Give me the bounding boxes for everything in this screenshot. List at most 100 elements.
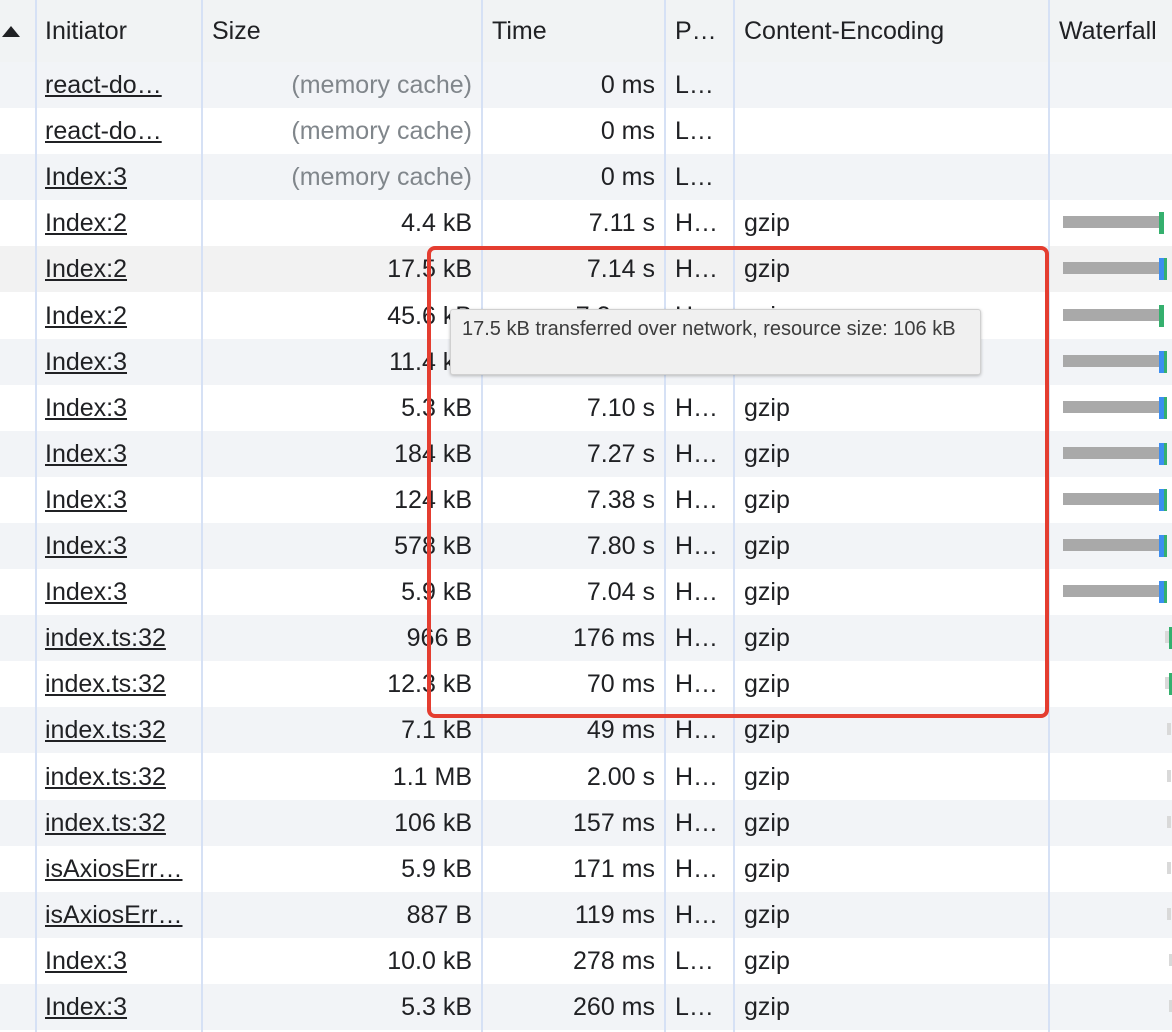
initiator-link[interactable]: index.ts:32 [36,754,202,800]
content-encoding-cell: gzip [744,486,790,514]
protocol-cell: H… [675,532,719,560]
table-row[interactable]: Index:3 5.9 kB 7.04 s H… gzip [0,569,1172,615]
protocol-cell: H… [675,670,719,698]
initiator-link[interactable]: Index:3 [36,431,202,477]
initiator-link[interactable]: Index:3 [36,477,202,523]
size-cell: (memory cache) [291,163,472,191]
table-row[interactable]: index.ts:32 966 B 176 ms H… gzip [0,615,1172,661]
column-divider[interactable] [664,0,666,1032]
protocol-cell: H… [675,716,719,744]
column-header-protocol[interactable]: P… [665,0,734,62]
content-encoding-cell: gzip [744,624,790,652]
column-divider[interactable] [201,0,203,1032]
table-row[interactable]: Index:3 124 kB 7.38 s H… gzip [0,477,1172,523]
table-row[interactable]: isAxiosErr… 5.9 kB 171 ms H… gzip [0,846,1172,892]
table-row[interactable]: Index:2 4.4 kB 7.11 s H… gzip [0,200,1172,246]
column-divider[interactable] [733,0,735,1032]
size-cell: 5.3 kB [401,394,472,422]
column-divider[interactable] [35,0,37,1032]
initiator-link[interactable]: Index:3 [36,339,202,385]
sort-ascending-icon[interactable] [0,0,36,62]
table-row[interactable]: index.ts:32 7.1 kB 49 ms H… gzip [0,707,1172,753]
waterfall-cell [1049,846,1172,892]
waterfall-cell [1049,108,1172,154]
column-divider[interactable] [481,0,483,1032]
waterfall-cell [1049,892,1172,938]
waterfall-cell [1049,62,1172,108]
initiator-link[interactable]: Index:2 [36,246,202,292]
table-row[interactable]: Index:2 17.5 kB 7.14 s H… gzip [0,246,1172,292]
waterfall-bar [1063,262,1159,274]
column-header-initiator[interactable]: Initiator [36,0,202,62]
table-header: Initiator Size Time P… Content-Encoding … [0,0,1172,64]
table-row[interactable]: react-do… (memory cache) 0 ms L… [0,108,1172,154]
content-encoding-cell [734,108,1048,154]
initiator-link[interactable]: react-do… [36,62,202,108]
waterfall-cell [1049,615,1172,661]
waterfall-cell [1049,707,1172,753]
protocol-cell: H… [675,855,719,883]
initiator-link[interactable]: Index:3 [36,523,202,569]
waterfall-timing-mark [1164,397,1167,419]
initiator-link[interactable]: Index:3 [36,938,202,984]
protocol-cell: H… [675,809,719,837]
table-row[interactable]: Index:3 (memory cache) 0 ms L… [0,154,1172,200]
initiator-link[interactable]: index.ts:32 [36,615,202,661]
size-cell: 4.4 kB [401,209,472,237]
waterfall-cell [1049,569,1172,615]
column-header-waterfall[interactable]: Waterfall [1049,0,1172,62]
table-row[interactable]: isAxiosErr… 887 B 119 ms H… gzip [0,892,1172,938]
content-encoding-cell: gzip [744,394,790,422]
initiator-link[interactable]: Index:3 [36,569,202,615]
column-header-size[interactable]: Size [202,0,482,62]
time-cell: 171 ms [573,855,655,883]
initiator-link[interactable]: react-do… [36,108,202,154]
table-row[interactable]: index.ts:32 12.3 kB 70 ms H… gzip [0,661,1172,707]
time-cell: 0 ms [600,117,655,145]
size-cell: 5.9 kB [401,578,472,606]
waterfall-cell [1049,984,1172,1030]
waterfall-bar [1063,216,1159,228]
table-row[interactable]: index.ts:32 1.1 MB 2.00 s H… gzip [0,754,1172,800]
size-cell: 10.0 kB [387,947,472,975]
table-row[interactable]: react-do… (memory cache) 0 ms L… [0,62,1172,108]
content-encoding-cell: gzip [744,255,790,283]
time-cell: 70 ms [586,670,655,698]
waterfall-cell [1049,800,1172,846]
protocol-cell: H… [675,440,719,468]
initiator-link[interactable]: Index:3 [36,154,202,200]
table-row[interactable]: Index:3 5.3 kB 260 ms L… gzip [0,984,1172,1030]
protocol-cell: H… [675,901,719,929]
table-row[interactable]: Index:3 578 kB 7.80 s H… gzip [0,523,1172,569]
initiator-link[interactable]: index.ts:32 [36,707,202,753]
size-cell: 966 B [406,624,472,652]
initiator-link[interactable]: Index:3 [36,984,202,1030]
protocol-cell: H… [675,763,719,791]
initiator-link[interactable]: isAxiosErr… [36,892,202,938]
column-header-content-encoding[interactable]: Content-Encoding [734,0,1048,62]
initiator-link[interactable]: isAxiosErr… [36,846,202,892]
time-cell: 0 ms [600,71,655,99]
waterfall-bar [1063,539,1159,551]
time-cell: 157 ms [573,809,655,837]
waterfall-cell [1049,477,1172,523]
initiator-link[interactable]: index.ts:32 [36,800,202,846]
initiator-link[interactable]: Index:3 [36,385,202,431]
waterfall-timing-mark [1164,443,1167,465]
size-cell: 106 kB [394,809,472,837]
waterfall-cell [1049,246,1172,292]
size-tooltip: 17.5 kB transferred over network, resour… [450,309,981,375]
column-header-time[interactable]: Time [482,0,665,62]
waterfall-timing-mark [1159,212,1164,234]
initiator-link[interactable]: Index:2 [36,200,202,246]
table-row[interactable]: Index:3 184 kB 7.27 s H… gzip [0,431,1172,477]
column-divider[interactable] [1048,0,1050,1032]
table-row[interactable]: Index:3 10.0 kB 278 ms L… gzip [0,938,1172,984]
waterfall-bar [1167,816,1171,828]
table-row[interactable]: Index:3 5.3 kB 7.10 s H… gzip [0,385,1172,431]
initiator-link[interactable]: Index:2 [36,293,202,339]
table-row[interactable]: index.ts:32 106 kB 157 ms H… gzip [0,800,1172,846]
size-cell: (memory cache) [291,71,472,99]
waterfall-cell [1049,200,1172,246]
initiator-link[interactable]: index.ts:32 [36,661,202,707]
